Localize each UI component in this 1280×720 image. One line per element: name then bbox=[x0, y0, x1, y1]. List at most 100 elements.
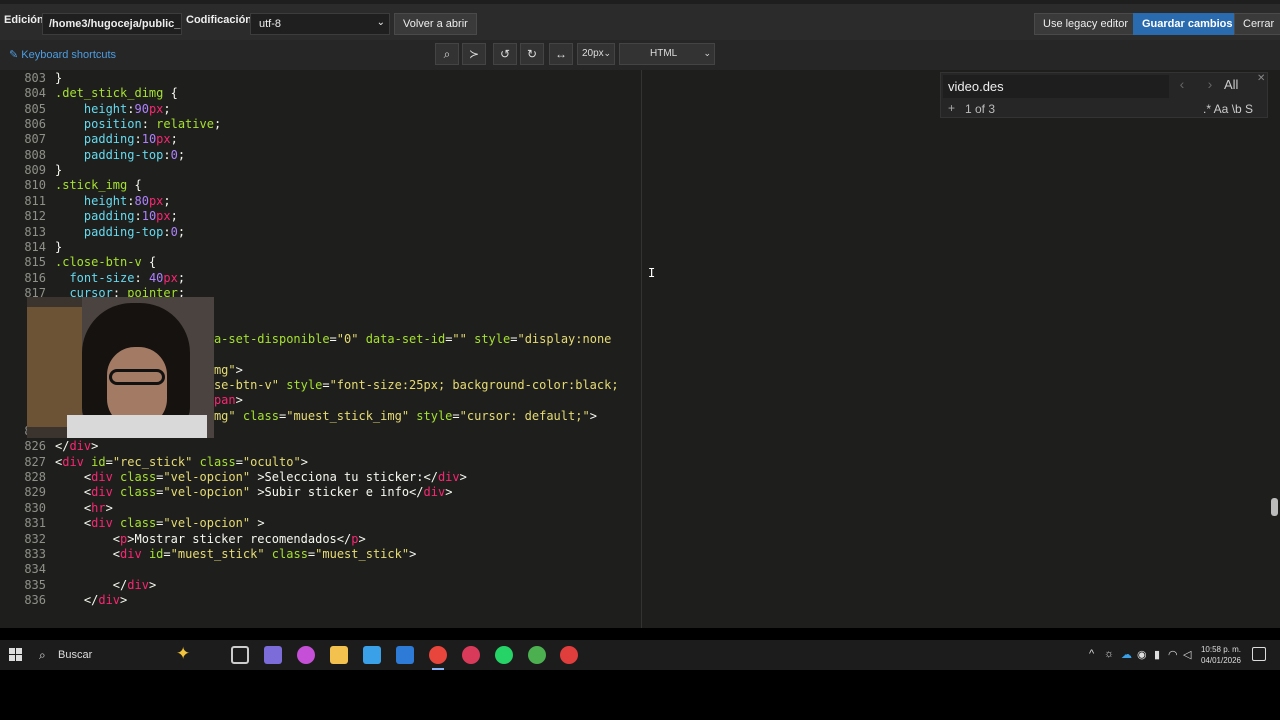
line-number: 803 bbox=[24, 71, 46, 85]
task-view-icon[interactable] bbox=[231, 646, 249, 664]
chrome-alt-icon[interactable] bbox=[560, 646, 578, 664]
editor-scrollbar[interactable] bbox=[1268, 70, 1280, 628]
code-line: .det_stick_dimg { bbox=[55, 86, 178, 101]
folder-icon[interactable] bbox=[330, 646, 348, 664]
code-line: <div id="rec_stick" class="oculto"> bbox=[55, 454, 308, 469]
find-all-button[interactable]: All bbox=[1224, 77, 1238, 92]
font-size-select[interactable]: 20px ⌄ bbox=[577, 43, 615, 65]
line-number: 828 bbox=[24, 470, 46, 485]
line-number: 812 bbox=[24, 209, 46, 224]
line-number: 809 bbox=[24, 163, 46, 178]
close-icon[interactable]: ✕ bbox=[1257, 73, 1265, 84]
line-number: 831 bbox=[24, 516, 46, 531]
chevron-down-icon: ⌄ bbox=[376, 17, 385, 28]
line-number: 806 bbox=[24, 117, 46, 132]
edit-label: Edición: bbox=[4, 14, 48, 26]
code-line: </div> bbox=[55, 592, 128, 607]
scroll-thumb[interactable] bbox=[1271, 498, 1278, 516]
store-icon[interactable] bbox=[363, 646, 381, 664]
code-line: padding:10px; bbox=[83, 209, 178, 224]
code-line: <div id="muest_stick" class="muest_stick… bbox=[55, 546, 417, 561]
save-button[interactable]: Guardar cambios bbox=[1133, 13, 1242, 35]
outlook-icon[interactable] bbox=[396, 646, 414, 664]
code-line: .stick_img { bbox=[55, 178, 142, 193]
code-line: } bbox=[55, 71, 63, 85]
code-line: <div class="vel-opcion" > bbox=[55, 516, 265, 531]
code-line: <hr> bbox=[55, 500, 113, 515]
code-line: height:90px; bbox=[83, 101, 171, 116]
line-number: 829 bbox=[24, 485, 46, 500]
wifi-icon[interactable]: ◠ bbox=[1168, 648, 1178, 661]
goto-line-icon[interactable]: ≻ bbox=[462, 43, 486, 65]
undo-icon[interactable]: ↺ bbox=[493, 43, 517, 65]
line-number: 813 bbox=[24, 224, 46, 239]
encoding-select[interactable]: utf-8 ⌄ bbox=[250, 13, 390, 35]
line-number: 810 bbox=[24, 178, 46, 193]
teams-icon[interactable] bbox=[264, 646, 282, 664]
app-icon[interactable] bbox=[462, 646, 480, 664]
code-line: font-size: 40px; bbox=[69, 270, 186, 285]
volume-icon[interactable]: ◁ bbox=[1183, 648, 1191, 661]
match-count: 1 of 3 bbox=[965, 102, 996, 116]
onedrive-icon[interactable]: ☁ bbox=[1121, 648, 1132, 661]
line-number: 811 bbox=[24, 193, 46, 208]
search-label: Buscar bbox=[58, 649, 93, 661]
language-value: HTML bbox=[650, 48, 678, 59]
code-line: </div> bbox=[55, 577, 157, 592]
webcam-overlay bbox=[27, 297, 214, 438]
code-line: height:80px; bbox=[83, 193, 171, 208]
clock-time: 10:58 p. m. bbox=[1200, 645, 1242, 654]
chevron-up-icon[interactable]: ^ bbox=[1089, 648, 1094, 660]
line-number: 830 bbox=[24, 500, 46, 515]
font-size-value: 20px bbox=[582, 48, 604, 59]
reopen-button[interactable]: Volver a abrir bbox=[394, 13, 477, 35]
find-panel: video.des ‹ › All ✕ + 1 of 3 .* Aa \b S bbox=[940, 72, 1268, 118]
line-number: 834 bbox=[24, 562, 46, 577]
taskbar-search[interactable]: ⌕ Buscar ✦ bbox=[30, 644, 220, 666]
language-select[interactable]: HTML ⌄ bbox=[619, 43, 715, 65]
code-line: padding-top:0; bbox=[83, 224, 186, 239]
editor-toolbar: Edición: /home3/hugoceja/public_l Codifi… bbox=[0, 0, 1280, 40]
search-icon[interactable]: ⌕ bbox=[435, 43, 459, 65]
keyboard-shortcuts-link[interactable]: ✎ Keyboard shortcuts bbox=[9, 48, 116, 61]
glasses bbox=[109, 369, 165, 385]
windows-start-icon[interactable] bbox=[9, 648, 23, 662]
chrome-profile-icon[interactable] bbox=[528, 646, 546, 664]
chevron-down-icon: ⌄ bbox=[603, 48, 611, 58]
line-number: 815 bbox=[24, 255, 46, 270]
print-margin bbox=[641, 70, 642, 628]
line-number: 814 bbox=[24, 239, 46, 254]
line-number: 833 bbox=[24, 546, 46, 561]
close-button[interactable]: Cerrar bbox=[1234, 13, 1280, 35]
legacy-editor-button[interactable]: Use legacy editor bbox=[1034, 13, 1137, 35]
shelf bbox=[27, 307, 82, 427]
line-number: 827 bbox=[24, 454, 46, 469]
text-cursor-icon: I bbox=[648, 266, 656, 280]
line-number: 832 bbox=[24, 531, 46, 546]
line-number: 804 bbox=[24, 86, 46, 101]
chrome-icon[interactable] bbox=[429, 646, 447, 670]
brightness-icon[interactable]: ☼ bbox=[1104, 648, 1114, 660]
whatsapp-icon[interactable] bbox=[495, 646, 513, 664]
microphone-icon[interactable]: ▮ bbox=[1154, 648, 1160, 661]
code-line: <div class="vel-opcion" >Selecciona tu s… bbox=[55, 470, 467, 485]
edit-icon: ✎ bbox=[9, 49, 19, 61]
code-line: position: relative; bbox=[83, 117, 222, 132]
find-input[interactable]: video.des bbox=[943, 75, 1169, 98]
wrap-icon[interactable]: ↔ bbox=[549, 43, 573, 65]
find-options[interactable]: .* Aa \b S bbox=[1203, 102, 1253, 116]
notification-icon[interactable] bbox=[1252, 647, 1266, 661]
encoding-value: utf-8 bbox=[259, 18, 282, 30]
clock[interactable]: 10:58 p. m. 04/01/2026 bbox=[1200, 644, 1242, 666]
file-path-field[interactable]: /home3/hugoceja/public_l bbox=[42, 13, 182, 35]
line-number: 807 bbox=[24, 132, 46, 147]
copilot-icon[interactable] bbox=[297, 646, 315, 664]
code-line: <div class="vel-opcion" >Subir sticker e… bbox=[55, 485, 453, 500]
plus-icon[interactable]: + bbox=[948, 101, 955, 115]
redo-icon[interactable]: ↻ bbox=[520, 43, 544, 65]
editor-subbar: ✎ Keyboard shortcuts ⌕ ≻ ↺ ↻ ↔ 20px ⌄ HT… bbox=[0, 40, 1280, 70]
chevron-right-icon[interactable]: › bbox=[1197, 76, 1223, 98]
chevron-left-icon[interactable]: ‹ bbox=[1169, 76, 1195, 98]
app-tray-icon[interactable]: ◉ bbox=[1137, 648, 1147, 661]
keyboard-shortcuts-label: Keyboard shortcuts bbox=[21, 49, 117, 61]
